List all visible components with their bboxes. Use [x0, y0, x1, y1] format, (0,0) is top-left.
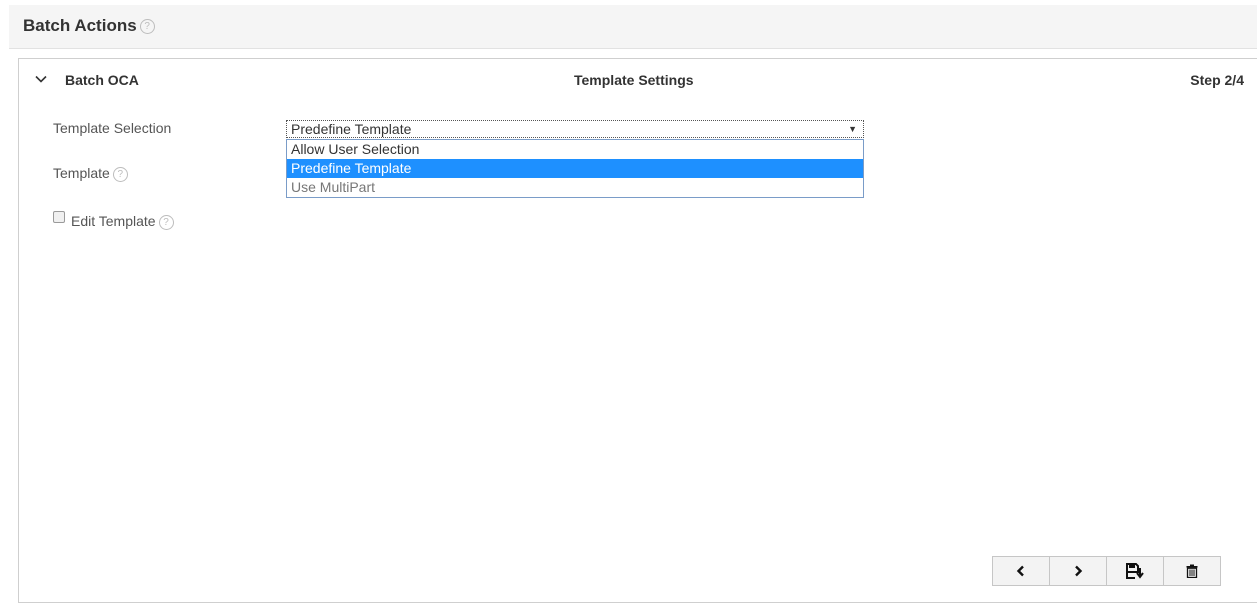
page-title-text: Batch Actions [23, 16, 137, 35]
next-icon [1075, 565, 1083, 577]
template-selection-dropdown: Allow User Selection Predefine Template … [286, 139, 864, 198]
option-predefine-template[interactable]: Predefine Template [287, 159, 863, 178]
batch-panel: Batch OCA Template Settings Step 2/4 Tem… [18, 58, 1257, 603]
edit-template-label-text: Edit Template [71, 213, 156, 229]
template-help-icon[interactable]: ? [112, 166, 128, 182]
option-allow-user-selection[interactable]: Allow User Selection [287, 140, 863, 159]
previous-button[interactable] [993, 557, 1050, 585]
save-button[interactable] [1107, 557, 1164, 585]
save-icon [1126, 563, 1144, 579]
delete-icon [1186, 564, 1198, 578]
page-title: Batch Actions? [23, 16, 155, 36]
edit-template-label: Edit Template? [71, 213, 174, 230]
step-indicator: Step 2/4 [1190, 72, 1244, 88]
delete-button[interactable] [1164, 557, 1220, 585]
chevron-down-icon[interactable] [35, 73, 47, 85]
panel-header[interactable]: Batch OCA Template Settings Step 2/4 [19, 59, 1257, 101]
template-selection-select[interactable]: Predefine Template ▼ [286, 120, 864, 138]
template-label-text: Template [53, 165, 110, 181]
panel-section-title: Template Settings [574, 72, 694, 88]
previous-icon [1016, 565, 1024, 577]
option-use-multipart[interactable]: Use MultiPart [287, 178, 863, 197]
action-toolbar [992, 556, 1221, 586]
select-arrow-icon: ▼ [848, 124, 857, 134]
page-header: Batch Actions? [9, 5, 1257, 49]
template-label: Template? [53, 165, 128, 182]
edit-template-help-icon[interactable]: ? [158, 214, 174, 230]
edit-template-checkbox[interactable] [53, 211, 65, 223]
next-button[interactable] [1050, 557, 1107, 585]
select-value: Predefine Template [291, 121, 412, 137]
template-selection-label: Template Selection [53, 120, 172, 136]
panel-name: Batch OCA [65, 72, 139, 88]
help-icon[interactable]: ? [139, 19, 155, 35]
